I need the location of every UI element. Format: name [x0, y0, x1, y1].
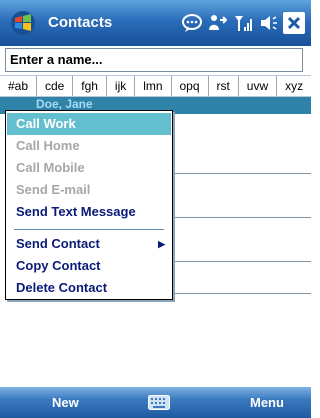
tab-cde[interactable]: cde: [37, 76, 74, 96]
start-menu-icon[interactable]: [10, 10, 36, 36]
menu-item-call-home: Call Home: [16, 138, 80, 153]
title-bar: Contacts: [0, 0, 311, 46]
menu-softkey[interactable]: Menu: [250, 387, 284, 418]
list-divider: [150, 293, 311, 294]
list-divider: [150, 173, 311, 174]
app-title: Contacts: [48, 14, 113, 31]
connectivity-icon[interactable]: [207, 13, 229, 33]
keyboard-icon[interactable]: [148, 395, 170, 410]
menu-item-delete-contact[interactable]: Delete Contact: [7, 277, 171, 299]
tab-ijk[interactable]: ijk: [107, 76, 136, 96]
tab-ab[interactable]: #ab: [0, 76, 37, 96]
volume-icon[interactable]: [259, 13, 279, 33]
menu-separator: [14, 229, 164, 230]
list-divider: [150, 261, 311, 262]
menu-item-send-contact[interactable]: Send Contact ▶: [7, 233, 171, 255]
close-icon[interactable]: [283, 12, 305, 34]
menu-item-send-text-message[interactable]: Send Text Message: [7, 201, 171, 223]
search-input[interactable]: [10, 49, 302, 70]
submenu-arrow-icon: ▶: [158, 239, 165, 249]
notification-bubble-icon[interactable]: [181, 13, 203, 33]
new-softkey[interactable]: New: [52, 387, 79, 418]
softkey-bar: New Menu: [0, 387, 311, 418]
menu-item-copy-contact[interactable]: Copy Contact: [7, 255, 171, 277]
status-icons: [181, 10, 305, 36]
tab-uvw[interactable]: uvw: [239, 76, 278, 96]
context-menu: Call Work Call Home Call Mobile Send E-m…: [5, 110, 173, 300]
list-divider: [150, 217, 311, 218]
menu-item-send-email: Send E-mail: [16, 182, 91, 197]
search-box[interactable]: [5, 48, 303, 72]
tab-lmn[interactable]: lmn: [135, 76, 172, 96]
tab-opq[interactable]: opq: [172, 76, 209, 96]
tab-fgh[interactable]: fgh: [73, 76, 107, 96]
menu-item-label: Send Contact: [16, 236, 100, 251]
signal-icon[interactable]: [233, 13, 255, 33]
menu-item-call-work[interactable]: Call Work: [7, 113, 171, 135]
tab-xyz[interactable]: xyz: [277, 76, 311, 96]
alphabet-tabs: #ab cde fgh ijk lmn opq rst uvw xyz: [0, 75, 311, 97]
tab-rst[interactable]: rst: [209, 76, 239, 96]
menu-item-call-mobile: Call Mobile: [16, 160, 85, 175]
